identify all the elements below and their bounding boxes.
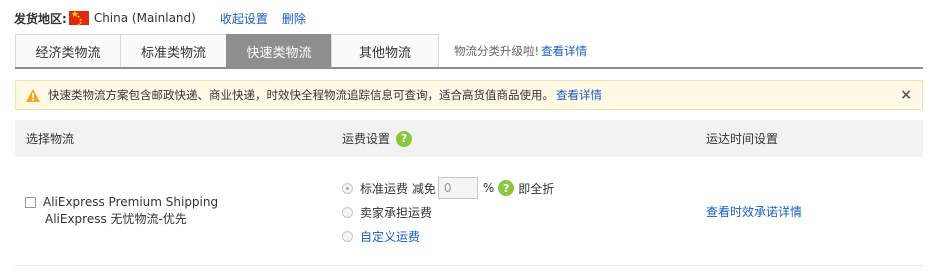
discount-input[interactable]	[437, 177, 478, 199]
tab-economy[interactable]: 经济类物流	[15, 34, 121, 67]
origin-label: 发货地区:	[14, 11, 67, 26]
table-header: 选择物流 运费设置 ? 运达时间设置	[15, 120, 923, 157]
tab-other[interactable]: 其他物流	[331, 34, 439, 67]
tab-standard[interactable]: 标准类物流	[120, 34, 227, 67]
close-icon[interactable]: ×	[900, 87, 912, 103]
logistics-tabs: 经济类物流 标准类物流 快速类物流 其他物流 物流分类升级啦! 查看详情	[15, 34, 923, 69]
seller-pays-radio[interactable]	[342, 206, 353, 218]
fee-options: 标准运费 减免 % ? 即全折 卖家承担运费 自定义运费	[342, 176, 554, 248]
origin-country: China (Mainland)	[93, 11, 196, 25]
warning-icon	[26, 88, 40, 102]
header-delivery-time: 运达时间设置	[706, 132, 779, 146]
alert-text: 快速类物流方案包含邮政快递、商业快递，时效快全程物流追踪信息可查询，适合高货值商…	[48, 88, 554, 102]
origin-bar: 发货地区: ★ ★ ★ ★ ★ China (Mainland) 收起设置 删除	[14, 10, 306, 27]
shipping-method: AliExpress Premium Shipping AliExpress 无…	[25, 194, 218, 228]
tab-express[interactable]: 快速类物流	[226, 34, 332, 67]
seller-pays-label: 卖家承担运费	[360, 205, 433, 220]
delete-link[interactable]: 删除	[282, 10, 306, 27]
tab-note-details-link[interactable]: 查看详情	[541, 43, 587, 59]
standard-fee-label: 标准运费 减免	[360, 181, 436, 196]
fee-option-seller-pays: 卖家承担运费	[342, 200, 554, 224]
custom-fee-radio[interactable]	[342, 230, 353, 242]
custom-fee-link[interactable]: 自定义运费	[360, 228, 420, 245]
method-name-en: AliExpress Premium Shipping	[43, 195, 219, 209]
china-flag-icon: ★ ★ ★ ★ ★	[68, 10, 89, 27]
fee-option-custom: 自定义运费	[342, 224, 554, 248]
delivery-time-details-link[interactable]: 查看时效承诺详情	[706, 203, 802, 220]
tab-note-text: 物流分类升级啦!	[454, 43, 540, 58]
percent-label: %	[482, 181, 495, 195]
header-method: 选择物流	[26, 132, 75, 146]
fee-option-standard: 标准运费 减免 % ? 即全折	[342, 176, 554, 200]
help-icon[interactable]: ?	[498, 180, 515, 196]
header-shipping-fee: 运费设置 ?	[342, 120, 413, 157]
help-icon[interactable]: ?	[396, 130, 413, 147]
full-discount-label: 即全折	[518, 181, 555, 196]
method-checkbox[interactable]	[25, 197, 36, 208]
method-name-cn: AliExpress 无忧物流-优先	[45, 212, 187, 226]
alert-details-link[interactable]: 查看详情	[556, 87, 602, 103]
table-row: AliExpress Premium Shipping AliExpress 无…	[15, 157, 923, 266]
collapse-settings-link[interactable]: 收起设置	[220, 10, 268, 27]
tab-note: 物流分类升级啦! 查看详情	[454, 34, 587, 67]
standard-fee-radio[interactable]	[342, 182, 353, 194]
info-alert: 快速类物流方案包含邮政快递、商业快递，时效快全程物流追踪信息可查询，适合高货值商…	[15, 80, 923, 110]
